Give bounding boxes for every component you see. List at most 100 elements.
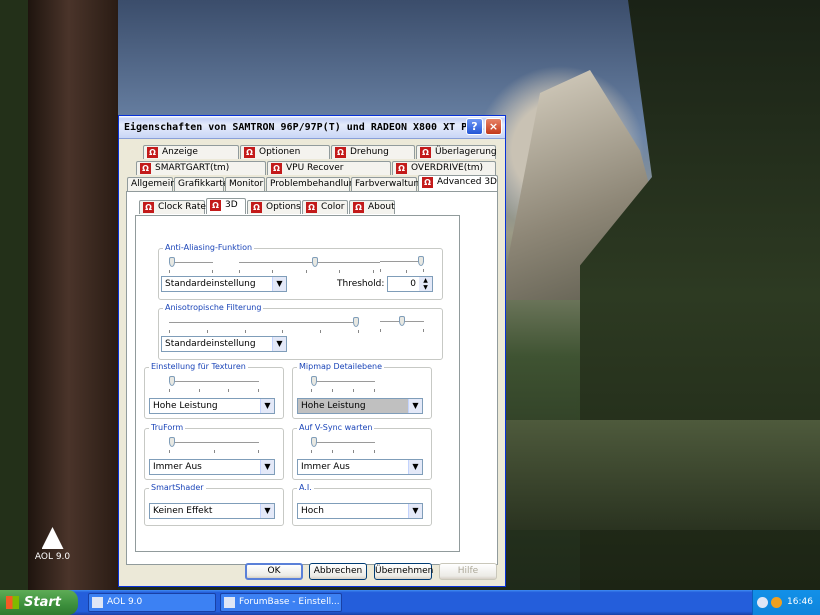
subtab-color[interactable]: Ω Color: [302, 200, 348, 214]
tab-problembehandlung[interactable]: Problembehandlung: [266, 177, 360, 191]
threshold-spinner[interactable]: 0 ▲ ▼: [387, 276, 433, 292]
tab-ueberlagerung[interactable]: Ω Überlagerung: [416, 145, 497, 159]
af-slider[interactable]: [169, 317, 359, 333]
mipmap-combo[interactable]: Hohe Leistung ▼: [297, 398, 423, 414]
tab-optionen[interactable]: Ω Optionen: [240, 145, 330, 159]
clock: 16:46: [787, 597, 813, 607]
aa-threshold-slider[interactable]: [380, 256, 424, 272]
apply-button[interactable]: Übernehmen: [374, 563, 433, 580]
ati-omega-icon: Ω: [251, 202, 262, 213]
chevron-down-icon: ▼: [260, 399, 274, 413]
vsync-combo[interactable]: Immer Aus ▼: [297, 459, 423, 475]
aol-icon: [92, 597, 103, 608]
anti-aliasing-title: Anti-Aliasing-Funktion: [163, 243, 255, 252]
ati-omega-icon: Ω: [396, 163, 407, 174]
spinner-arrows-icon: ▲ ▼: [419, 277, 432, 291]
aa-combo[interactable]: Standardeinstellung ▼: [161, 276, 287, 292]
window-title: Eigenschaften von SAMTRON 96P/97P(T) und…: [124, 122, 492, 133]
vsync-group: Auf V-Sync warten Immer Aus ▼: [292, 423, 432, 480]
ati-omega-icon: Ω: [244, 147, 255, 158]
background-trees: [0, 0, 30, 590]
ai-title: A.I.: [297, 483, 314, 492]
af-extra-slider[interactable]: [380, 316, 424, 332]
help-button[interactable]: ?: [466, 118, 483, 135]
ati-omega-icon: Ω: [335, 147, 346, 158]
desktop-icon-aol[interactable]: AOL 9.0: [30, 527, 75, 562]
title-bar[interactable]: Eigenschaften von SAMTRON 96P/97P(T) und…: [119, 116, 505, 139]
ati-omega-icon: Ω: [143, 202, 154, 213]
chevron-down-icon: ▼: [408, 399, 422, 413]
mipmap-title: Mipmap Detailebene: [297, 362, 384, 371]
taskbar-item-forumbase[interactable]: ForumBase - Einstell...: [220, 593, 342, 612]
tab-advanced-3d[interactable]: Ω Advanced 3D: [418, 175, 498, 191]
background-water: [505, 420, 820, 530]
ai-combo[interactable]: Hoch ▼: [297, 503, 423, 519]
texture-slider[interactable]: [169, 376, 259, 392]
close-button[interactable]: ×: [485, 118, 502, 135]
mipmap-group: Mipmap Detailebene Hohe Leistung ▼: [292, 362, 432, 419]
background-trunk: [28, 0, 118, 590]
anti-aliasing-group: Anti-Aliasing-Funktion Standardeinstellu…: [158, 243, 443, 300]
texture-group: Einstellung für Texturen Hohe Leistung ▼: [144, 362, 284, 419]
vsync-slider[interactable]: [311, 437, 375, 453]
windows-flag-icon: [6, 596, 19, 609]
smartshader-title: SmartShader: [149, 483, 206, 492]
tab-monitor[interactable]: Monitor: [225, 177, 265, 191]
display-properties-window: Eigenschaften von SAMTRON 96P/97P(T) und…: [118, 115, 506, 587]
ai-group: A.I. Hoch ▼: [292, 483, 432, 526]
3d-settings-panel: Anti-Aliasing-Funktion Standardeinstellu…: [135, 215, 460, 552]
chevron-down-icon: ▼: [260, 460, 274, 474]
aa-mode-slider[interactable]: [169, 257, 213, 273]
tray-app-icon[interactable]: [771, 597, 782, 608]
tab-drehung[interactable]: Ω Drehung: [331, 145, 415, 159]
tab-allgemein[interactable]: Allgemein: [127, 177, 176, 191]
af-combo[interactable]: Standardeinstellung ▼: [161, 336, 287, 352]
ati-omega-icon: Ω: [420, 147, 431, 158]
chevron-down-icon: ▼: [272, 337, 286, 351]
ati-omega-icon: Ω: [147, 147, 158, 158]
truform-slider[interactable]: [169, 437, 259, 453]
truform-combo[interactable]: Immer Aus ▼: [149, 459, 275, 475]
anisotropic-title: Anisotropische Filterung: [163, 303, 264, 312]
ati-omega-icon: Ω: [210, 200, 221, 211]
truform-group: TruForm Immer Aus ▼: [144, 423, 284, 480]
smartshader-combo[interactable]: Keinen Effekt ▼: [149, 503, 275, 519]
tab-grafikkarte[interactable]: Grafikkarte: [174, 177, 228, 191]
smartshader-group: SmartShader Keinen Effekt ▼: [144, 483, 284, 526]
chevron-down-icon: ▼: [408, 504, 422, 518]
subtab-about[interactable]: Ω About: [349, 200, 395, 214]
aol-icon: [41, 527, 64, 549]
subtab-3d[interactable]: Ω 3D: [206, 198, 246, 214]
tab-overdrive[interactable]: Ω OVERDRIVE(tm): [392, 161, 496, 175]
ati-omega-icon: Ω: [140, 163, 151, 174]
subtab-clock-rate[interactable]: Ω Clock Rate: [139, 200, 206, 214]
tab-vpu-recover[interactable]: Ω VPU Recover: [267, 161, 391, 175]
tab-anzeige[interactable]: Ω Anzeige: [143, 145, 239, 159]
taskbar-item-aol[interactable]: AOL 9.0: [88, 593, 216, 612]
ati-omega-icon: Ω: [271, 163, 282, 174]
ati-omega-icon: Ω: [306, 202, 317, 213]
cancel-button[interactable]: Abbrechen: [309, 563, 367, 580]
threshold-label: Threshold:: [337, 279, 385, 289]
chevron-left-icon[interactable]: [757, 597, 768, 608]
taskbar: Start AOL 9.0 ForumBase - Einstell... 16…: [0, 590, 820, 615]
texture-title: Einstellung für Texturen: [149, 362, 248, 371]
advanced-3d-panel: Ω Clock Rate Ω 3D Ω Options Ω Color Ω About A…: [126, 191, 498, 565]
truform-title: TruForm: [149, 423, 186, 432]
tab-farbverwaltung[interactable]: Farbverwaltung: [351, 177, 425, 191]
ati-omega-icon: Ω: [353, 202, 364, 213]
chevron-down-icon: ▼: [272, 277, 286, 291]
mipmap-slider[interactable]: [311, 376, 375, 392]
start-button[interactable]: Start: [0, 590, 78, 615]
ati-omega-icon: Ω: [422, 177, 433, 188]
texture-combo[interactable]: Hohe Leistung ▼: [149, 398, 275, 414]
chevron-down-icon: ▼: [408, 460, 422, 474]
help-dialog-button[interactable]: Hilfe: [439, 563, 497, 580]
vsync-title: Auf V-Sync warten: [297, 423, 375, 432]
tab-smartgart[interactable]: Ω SMARTGART(tm): [136, 161, 266, 175]
system-tray: 16:46: [752, 590, 820, 615]
chevron-down-icon: ▼: [260, 504, 274, 518]
ok-button[interactable]: OK: [245, 563, 303, 580]
window-icon: [224, 597, 235, 608]
subtab-options[interactable]: Ω Options: [247, 200, 301, 214]
